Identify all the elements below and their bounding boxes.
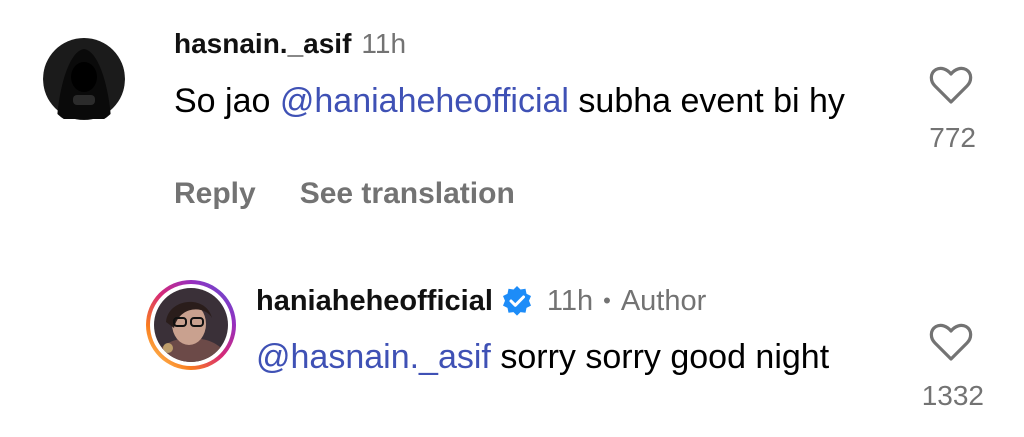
- comment-header: hasnain._asif 11h: [174, 24, 406, 64]
- timestamp: 11h: [546, 284, 594, 317]
- mention-link[interactable]: @hasnain._asif: [256, 338, 491, 376]
- see-translation-button[interactable]: See translation: [300, 177, 515, 211]
- like-button[interactable]: [929, 66, 973, 106]
- heart-icon: [929, 66, 973, 104]
- hooded-figure-avatar-icon: [43, 38, 125, 120]
- like-count: 772: [929, 122, 976, 153]
- comment-actions: Reply See translation: [174, 177, 515, 211]
- reply-text: @hasnain._asif sorry sorry good night: [256, 338, 830, 376]
- heart-icon: [929, 323, 973, 361]
- like-count: 1332: [921, 380, 984, 411]
- separator: •: [603, 288, 611, 313]
- like-button[interactable]: [929, 323, 973, 363]
- reply-header: haniaheheofficial 11h • Author: [256, 280, 706, 322]
- username[interactable]: haniaheheofficial: [256, 285, 493, 318]
- username[interactable]: hasnain._asif: [174, 28, 351, 60]
- reply-button[interactable]: Reply: [174, 177, 256, 211]
- mention-link[interactable]: @haniaheheofficial: [280, 82, 569, 120]
- avatar[interactable]: [43, 33, 125, 125]
- comment-text: So jao @haniaheheofficial subha event bi…: [174, 82, 845, 120]
- profile-photo-icon: [154, 288, 228, 362]
- author-badge: Author: [620, 284, 707, 317]
- timestamp: 11h: [361, 28, 407, 59]
- verified-badge-icon: [501, 285, 533, 317]
- avatar[interactable]: [146, 280, 236, 370]
